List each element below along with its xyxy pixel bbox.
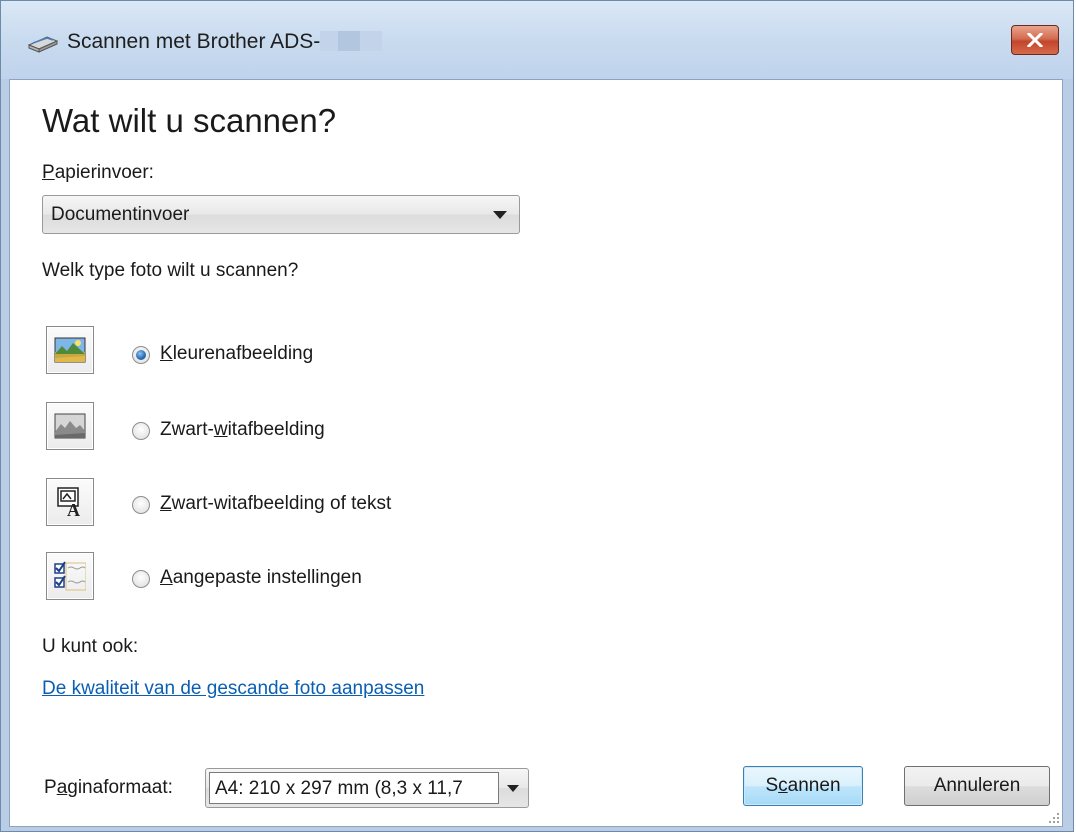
window-title-text: Scannen met Brother ADS- — [67, 30, 321, 53]
option-mnemonic: A — [160, 567, 173, 588]
text-picture-icon[interactable]: A — [46, 478, 94, 526]
window-title: Scannen met Brother ADS- — [67, 30, 383, 54]
also-label: U kunt ook: — [42, 636, 139, 657]
adjust-quality-link[interactable]: De kwaliteit van de gescande foto aanpas… — [42, 678, 424, 700]
text-picture-label[interactable]: Zwart-witafbeelding of tekst — [160, 493, 391, 515]
scan-button-mnemonic: c — [778, 775, 788, 796]
custom-settings-radio[interactable] — [132, 570, 150, 588]
page-size-dropdown[interactable]: A4: 210 x 297 mm (8,3 x 11,7 — [205, 768, 529, 808]
grayscale-picture-icon-graphic — [54, 413, 86, 439]
custom-settings-icon-graphic — [54, 561, 86, 591]
scan-button-prefix: S — [765, 775, 779, 796]
paper-source-dropdown[interactable]: Documentinvoer — [42, 195, 520, 234]
option-mnemonic: K — [160, 343, 173, 364]
scan-dialog-window: Scannen met Brother ADS- Wat wilt u scan… — [0, 0, 1074, 832]
color-picture-label[interactable]: Kleurenafbeelding — [160, 343, 313, 365]
custom-settings-icon[interactable] — [46, 552, 94, 600]
page-size-value: A4: 210 x 297 mm (8,3 x 11,7 — [215, 778, 463, 799]
color-picture-icon[interactable] — [46, 326, 94, 374]
chevron-down-icon — [507, 785, 519, 792]
scan-button-text: annen — [787, 775, 841, 796]
paper-source-label-text: apierinvoer: — [54, 162, 154, 183]
page-size-label-mnemonic: a — [56, 777, 68, 798]
text-picture-radio[interactable] — [132, 496, 150, 514]
paper-source-label-mnemonic: P — [42, 162, 55, 183]
option-label-text: leurenafbeelding — [172, 343, 314, 364]
page-size-label-prefix: P — [44, 777, 57, 798]
color-picture-radio[interactable] — [132, 346, 150, 364]
grayscale-picture-label[interactable]: Zwart-witafbeelding — [160, 419, 325, 441]
scanner-icon — [27, 36, 59, 53]
page-size-label-text: ginaformaat: — [67, 777, 173, 798]
cancel-button[interactable]: Annuleren — [904, 766, 1050, 806]
title-bar[interactable]: Scannen met Brother ADS- — [1, 1, 1073, 79]
redacted-model-number — [320, 31, 383, 51]
paper-source-label: Papierinvoer: — [42, 162, 154, 184]
close-button[interactable] — [1011, 25, 1059, 55]
page-size-selected-field: A4: 210 x 297 mm (8,3 x 11,7 — [209, 772, 499, 804]
page-size-label: Paginaformaat: — [44, 777, 173, 799]
option-label-prefix: Zwart- — [160, 419, 214, 440]
custom-settings-label[interactable]: Aangepaste instellingen — [160, 567, 362, 589]
text-picture-icon-graphic: A — [57, 487, 80, 518]
grayscale-picture-radio[interactable] — [132, 422, 150, 440]
svg-text:A: A — [67, 500, 80, 518]
dialog-content: Wat wilt u scannen? Papierinvoer: Docume… — [9, 79, 1063, 827]
page-title: Wat wilt u scannen? — [42, 102, 337, 139]
option-mnemonic: Z — [160, 493, 172, 514]
option-label-text: wart-witafbeelding of tekst — [171, 493, 392, 514]
scan-button[interactable]: Scannen — [743, 766, 863, 806]
paper-source-value: Documentinvoer — [51, 204, 190, 225]
option-mnemonic: w — [213, 419, 228, 440]
chevron-down-icon — [493, 211, 507, 219]
option-label-text: angepaste instellingen — [172, 567, 362, 588]
grayscale-picture-icon[interactable] — [46, 402, 94, 450]
resize-grip-icon[interactable] — [1046, 810, 1060, 824]
color-picture-icon-graphic — [54, 337, 86, 363]
option-label-text: itafbeelding — [227, 419, 325, 440]
close-icon — [1027, 33, 1043, 47]
photo-type-question: Welk type foto wilt u scannen? — [42, 260, 299, 281]
